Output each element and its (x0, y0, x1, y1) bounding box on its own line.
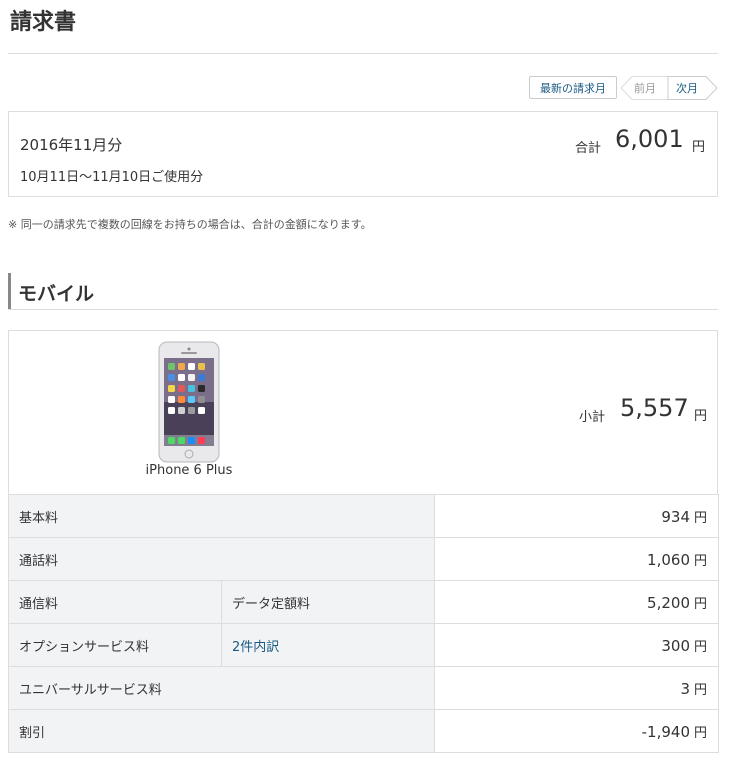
iphone-image (158, 341, 220, 463)
next-month-button[interactable]: 次月 (668, 76, 716, 99)
table-row: 通信料 データ定額料 5,200 円 (8, 580, 720, 624)
fee-label: 通話料 (7, 537, 436, 581)
table-row: 割引 -1,940 円 (7, 709, 720, 753)
table-row: 基本料 934 円 (7, 494, 720, 538)
fee-amount: 300 (661, 636, 690, 655)
fee-currency: 円 (694, 639, 708, 655)
fee-currency: 円 (694, 725, 708, 741)
subtotal-currency: 円 (694, 409, 708, 424)
latest-month-button[interactable]: 最新の請求月 (529, 76, 617, 99)
total-currency: 円 (692, 140, 706, 155)
fee-amount-cell: 1,060 円 (434, 537, 720, 581)
fee-amount-cell: 300 円 (434, 623, 720, 667)
section-heading-text: モバイル (18, 283, 95, 305)
table-row: 通話料 1,060 円 (7, 537, 720, 581)
fee-currency: 円 (694, 596, 708, 612)
fee-label: 割引 (7, 709, 436, 753)
page-title: 請求書 (10, 10, 77, 35)
fee-label: 通信料 (8, 580, 222, 624)
section-heading-bar (8, 273, 11, 309)
fee-amount-cell: 3円 (434, 666, 720, 710)
fee-amount: 3 (680, 679, 690, 698)
fee-table: 基本料 934 円 通話料 1,060 円 通信料 データ定額料 5,200 円 オプ… (7, 494, 720, 753)
option-breakdown-link[interactable]: 2件内訳 (232, 640, 279, 655)
fee-amount: 1,060 (647, 550, 690, 569)
prev-month-button: 前月 (634, 81, 656, 95)
fee-currency: 円 (694, 553, 708, 569)
fee-currency: 円 (694, 510, 708, 526)
fee-detail-cell: 2件内訳 (220, 623, 436, 667)
billing-summary: 2016年11月分 10月11日～11月10日ご使用分 合計 6,001 円 (8, 111, 718, 197)
total-label: 合計 (575, 141, 602, 156)
billing-period: 2016年11月分 (20, 136, 123, 154)
usage-range: 10月11日～11月10日ご使用分 (20, 170, 204, 185)
total-amount: 6,001 (615, 125, 684, 153)
fee-amount-cell: 5,200 円 (434, 580, 720, 624)
fee-currency: 円 (694, 682, 708, 698)
device-name: iPhone 6 Plus (145, 463, 233, 478)
subtotal-amount: 5,557 (620, 394, 689, 422)
section-heading: モバイル (8, 273, 718, 310)
fee-amount: 934 (661, 507, 690, 526)
fee-amount: 5,200 (647, 593, 690, 612)
device-summary: iPhone 6 Plus 小計 5,557 円 (8, 330, 718, 495)
title-divider (8, 53, 718, 54)
fee-label: 基本料 (7, 494, 436, 538)
fee-label: オプションサービス料 (8, 623, 222, 667)
fee-amount: -1,940 (641, 722, 690, 741)
table-row: オプションサービス料 2件内訳 300 円 (8, 623, 720, 667)
fee-amount-cell: -1,940 円 (434, 709, 720, 753)
subtotal-label: 小計 (579, 410, 606, 425)
fee-detail: データ定額料 (220, 580, 436, 624)
fee-amount-cell: 934 円 (434, 494, 720, 538)
table-row: ユニバーサルサービス料 3円 (7, 666, 720, 710)
billing-note: ※ 同一の請求先で複数の回線をお持ちの場合は、合計の金額になります。 (8, 218, 372, 231)
fee-label: ユニバーサルサービス料 (7, 666, 436, 710)
